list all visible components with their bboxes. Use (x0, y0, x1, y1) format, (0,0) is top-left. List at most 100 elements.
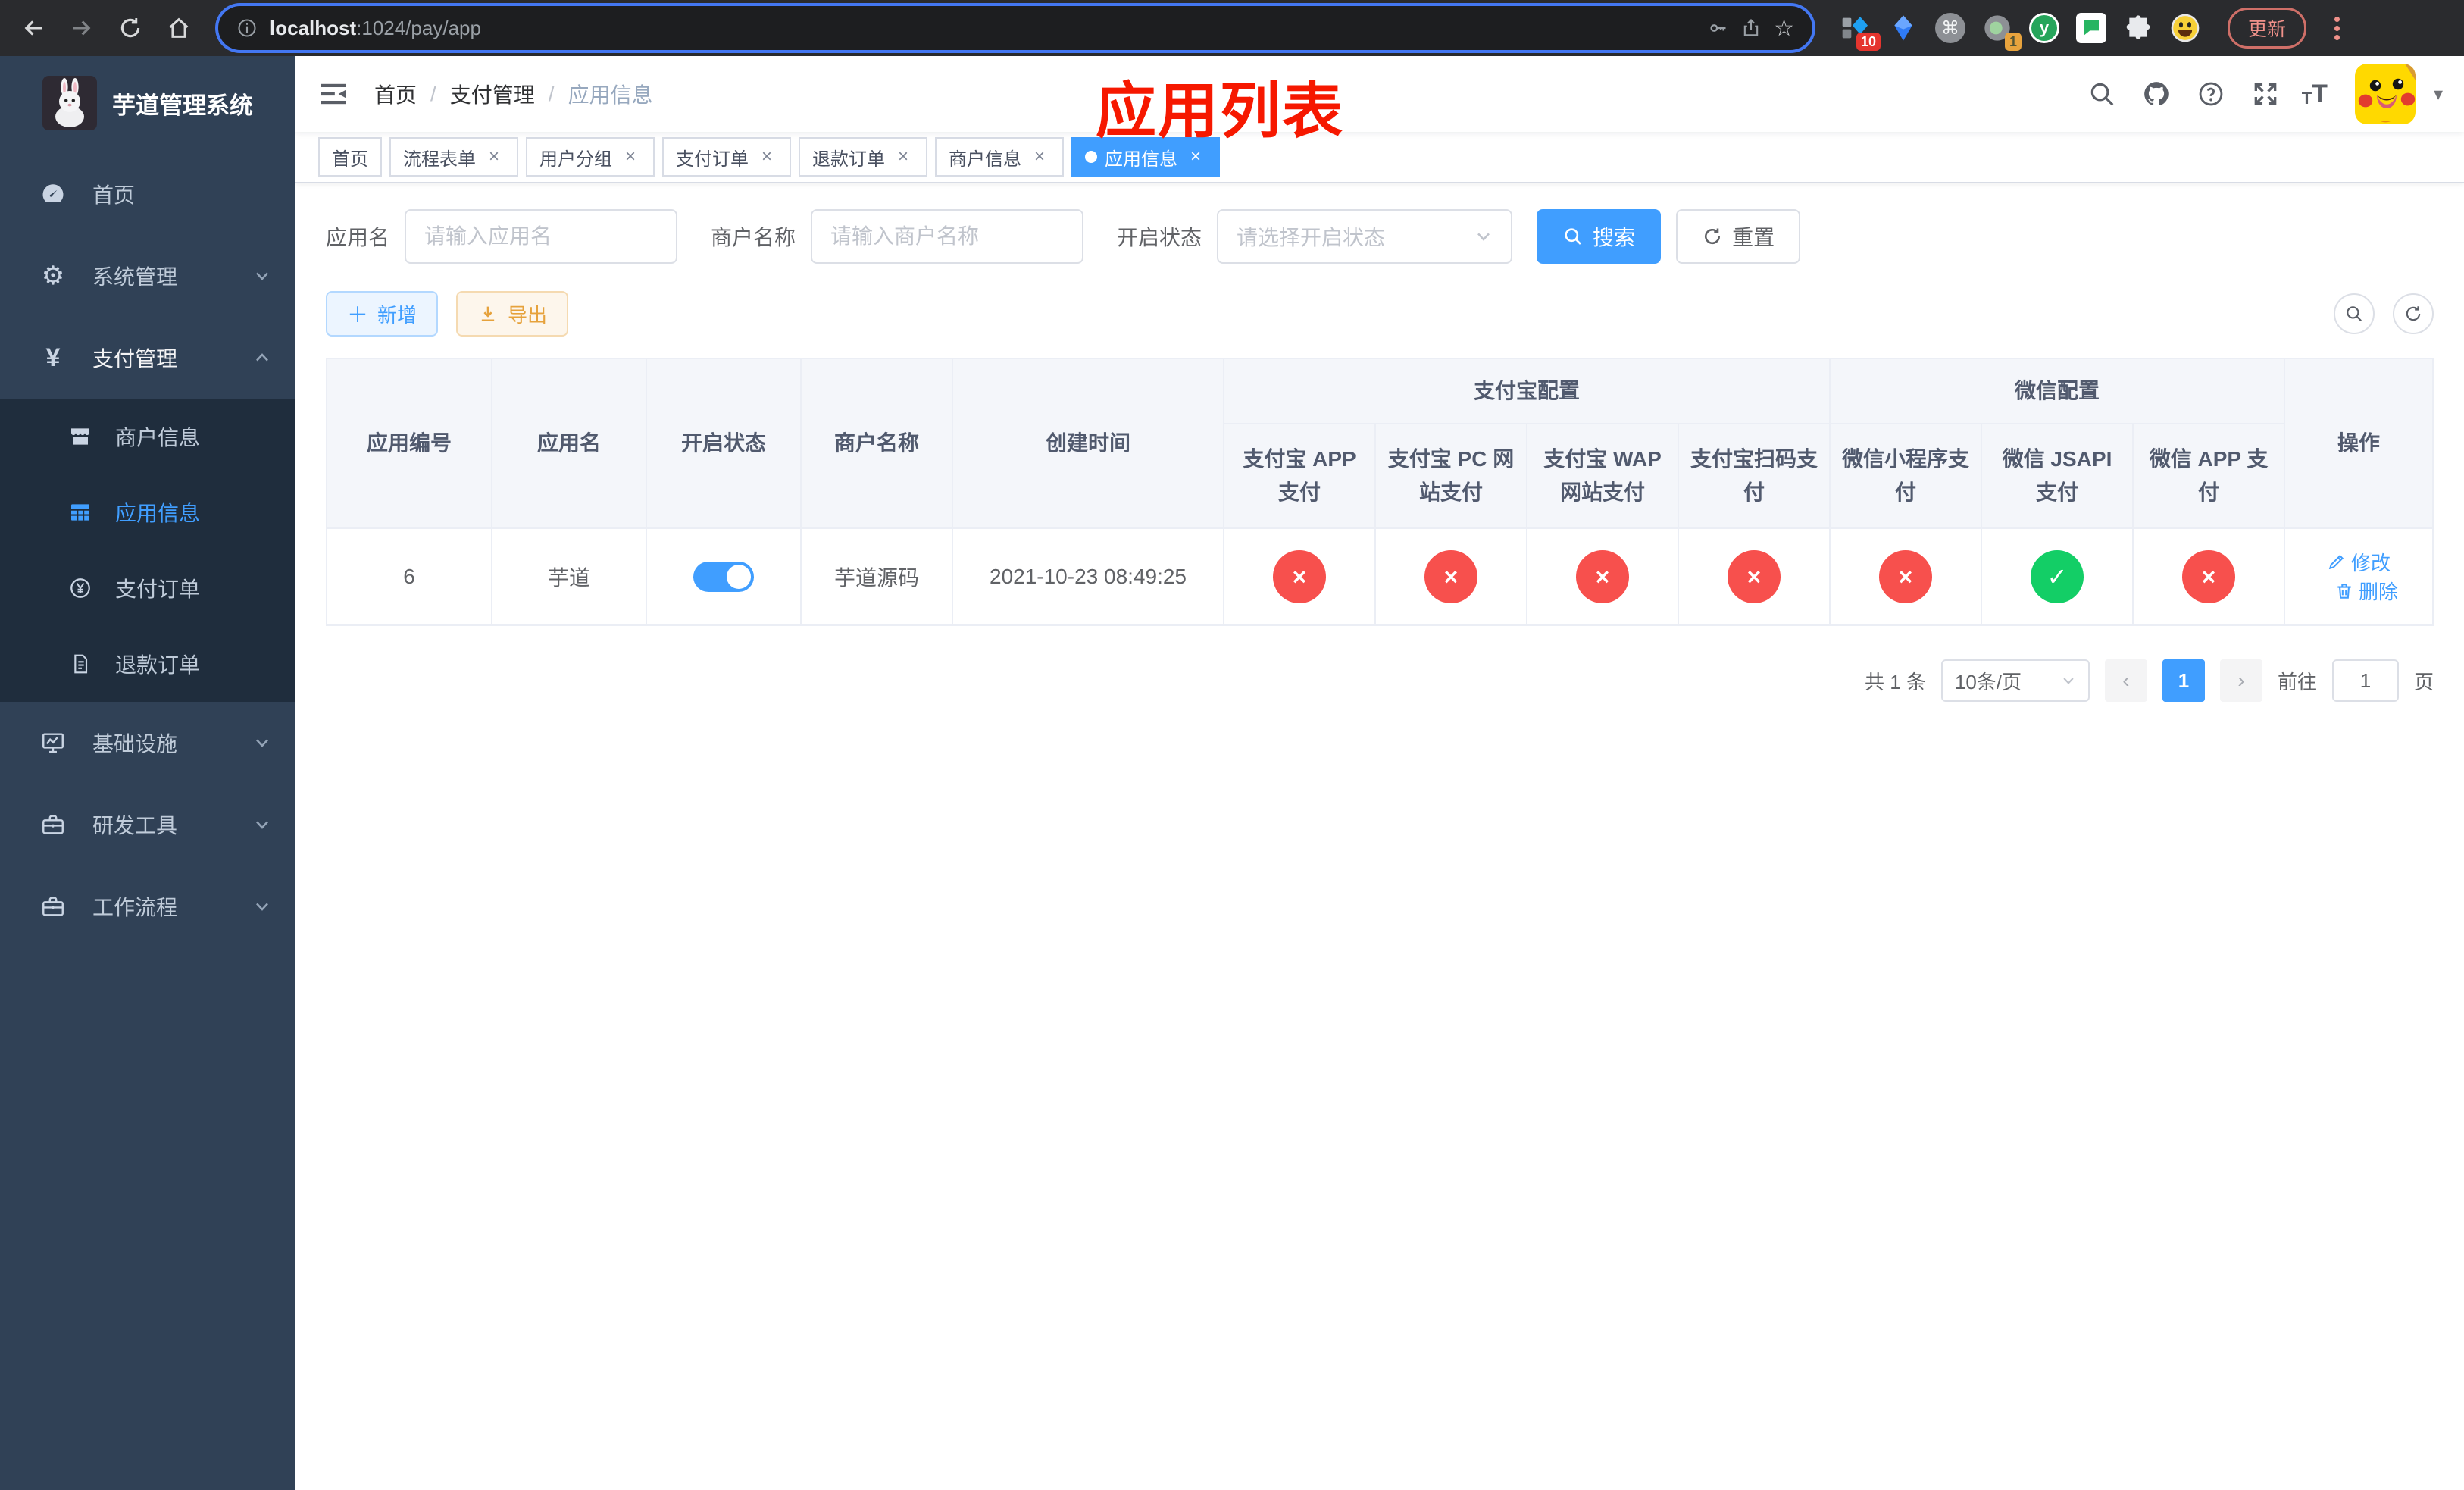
extension-chat-icon[interactable] (2075, 11, 2108, 45)
yen-icon: ¥ (45, 343, 61, 372)
sidebar-item-label: 首页 (92, 183, 136, 207)
sidebar-item-refund-order[interactable]: 退款订单 (0, 626, 295, 702)
status-toggle[interactable] (693, 562, 754, 592)
sidebar-item-dev-tools[interactable]: 研发工具 (0, 784, 295, 866)
extension-circle-icon[interactable]: 1 (1981, 11, 2022, 51)
edit-link[interactable]: 修改 (2327, 548, 2391, 576)
breadcrumb: 首页 / 支付管理 / 应用信息 (374, 79, 653, 109)
avatar[interactable] (2354, 64, 2416, 124)
sidebar-item-workflow[interactable]: 工作流程 (0, 866, 295, 947)
cell-alipay-wap: × (1526, 527, 1679, 626)
tab-refund-order[interactable]: 退款订单 × (799, 137, 927, 177)
trash-icon (2337, 583, 2351, 599)
dashboard-icon (38, 179, 68, 209)
browser-menu-icon[interactable] (2326, 16, 2347, 40)
password-key-icon[interactable] (1707, 17, 1728, 39)
avatar-caret-icon[interactable]: ▾ (2434, 83, 2443, 105)
status-select[interactable]: 请选择开启状态 (1217, 209, 1513, 264)
tab-process-form[interactable]: 流程表单 × (389, 137, 518, 177)
chevron-up-icon (256, 353, 268, 362)
sidebar-item-label: 应用信息 (115, 502, 201, 525)
tab-merchant-info[interactable]: 商户信息 × (935, 137, 1064, 177)
col-app-id: 应用编号 (326, 358, 492, 529)
app-logo[interactable]: 芋道管理系统 (0, 56, 295, 141)
breadcrumb-home[interactable]: 首页 (374, 79, 417, 109)
extension-badge: 1 (2004, 33, 2022, 51)
bookmark-star-icon[interactable]: ☆ (1774, 15, 1794, 42)
sidebar-item-label: 系统管理 (92, 265, 178, 289)
sidebar-item-label: 支付订单 (115, 578, 201, 601)
export-button[interactable]: 导出 (456, 291, 569, 337)
add-button[interactable]: ＋ 新增 (326, 291, 439, 337)
tab-user-group[interactable]: 用户分组 × (526, 137, 655, 177)
sidebar-item-payment-management[interactable]: ¥ 支付管理 (0, 317, 295, 399)
merchant-name-input[interactable] (811, 209, 1084, 264)
export-button-label: 导出 (508, 303, 548, 327)
browser-back-button[interactable] (12, 7, 55, 49)
share-icon[interactable] (1740, 17, 1762, 39)
tab-close-icon[interactable]: × (893, 146, 914, 167)
font-size-icon[interactable]: TT (2302, 81, 2328, 107)
pagination-total: 共 1 条 (1865, 670, 1926, 693)
github-icon[interactable] (2138, 76, 2175, 112)
app-name-input[interactable] (405, 209, 678, 264)
col-alipay-pc: 支付宝 PC 网站支付 (1374, 423, 1527, 529)
tags-view: 首页 流程表单 × 用户分组 × 支付订单 × 退款订单 × 商户信息 × 应用信息 × (295, 132, 2464, 183)
fullscreen-icon[interactable] (2247, 76, 2284, 112)
sidebar-item-label: 基础设施 (92, 732, 178, 756)
sidebar-item-home[interactable]: 首页 (0, 153, 295, 235)
address-bar[interactable]: localhost:1024/pay/app ☆ (218, 6, 1812, 50)
browser-forward-button[interactable] (61, 7, 103, 49)
tab-pay-order[interactable]: 支付订单 × (662, 137, 791, 177)
sidebar-item-system-management[interactable]: ⚙ 系统管理 (0, 235, 295, 317)
extension-command-icon[interactable]: ⌘ (1934, 11, 1967, 45)
sidebar-item-infrastructure[interactable]: 基础设施 (0, 702, 295, 784)
browser-reload-button[interactable] (109, 7, 152, 49)
col-status: 开启状态 (646, 358, 802, 529)
cell-alipay-pc: × (1374, 527, 1527, 626)
tab-close-icon[interactable]: × (620, 146, 641, 167)
profile-emoji-icon[interactable] (2169, 11, 2202, 45)
cell-app-name: 芋道 (491, 527, 647, 626)
extension-y-icon[interactable]: y (2028, 11, 2061, 45)
extension-grid-diamond-icon[interactable]: 10 (1840, 11, 1881, 51)
sidebar-item-label: 退款订单 (115, 653, 201, 677)
help-icon[interactable] (2193, 76, 2229, 112)
tab-close-icon[interactable]: × (756, 146, 777, 167)
next-page-button[interactable]: › (2219, 659, 2262, 702)
table-row: 6 芋道 芋道源码 2021-10-23 08:49:25 × × × × × … (326, 527, 2434, 626)
sidebar-item-pay-order[interactable]: 支付订单 (0, 550, 295, 626)
pagination: 共 1 条 10条/页 ‹ 1 › 前往 页 (326, 659, 2434, 702)
status-label: 开启状态 (1117, 226, 1202, 249)
prev-page-button[interactable]: ‹ (2104, 659, 2147, 702)
app-title: 芋道管理系统 (112, 92, 253, 119)
page-1-button[interactable]: 1 (2162, 659, 2205, 702)
download-icon (481, 306, 495, 322)
goto-page-input[interactable] (2331, 659, 2399, 702)
tab-home[interactable]: 首页 (318, 137, 382, 177)
page-size-select[interactable]: 10条/页 (1940, 659, 2090, 702)
delete-link[interactable]: 删除 (2334, 577, 2398, 605)
reset-button[interactable]: 重置 (1676, 209, 1801, 264)
search-button[interactable]: 搜索 (1537, 209, 1662, 264)
extensions-puzzle-icon[interactable] (2122, 11, 2155, 45)
page-size-value: 10条/页 (1954, 670, 2022, 693)
browser-home-button[interactable] (158, 7, 200, 49)
site-info-icon[interactable] (236, 17, 258, 39)
extension-kite-icon[interactable] (1887, 11, 1920, 45)
monitor-chart-icon (38, 728, 68, 758)
refresh-table-button[interactable] (2393, 293, 2434, 334)
cell-actions: 修改 删除 (2284, 527, 2434, 626)
tab-close-icon[interactable]: × (483, 146, 505, 167)
tab-close-icon[interactable]: × (1029, 146, 1050, 167)
sidebar-item-merchant-info[interactable]: 商户信息 (0, 399, 295, 474)
breadcrumb-payment[interactable]: 支付管理 (450, 79, 535, 109)
header-search-icon[interactable] (2084, 76, 2120, 112)
toggle-search-button[interactable] (2334, 293, 2375, 334)
extensions-area: 10 ⌘ 1 y 更新 (1840, 8, 2347, 51)
refresh-icon (1705, 228, 1721, 245)
browser-update-button[interactable]: 更新 (2228, 8, 2307, 49)
sidebar-collapse-icon[interactable] (317, 77, 350, 111)
refresh-icon (2406, 306, 2421, 321)
sidebar-item-app-info[interactable]: 应用信息 (0, 474, 295, 550)
